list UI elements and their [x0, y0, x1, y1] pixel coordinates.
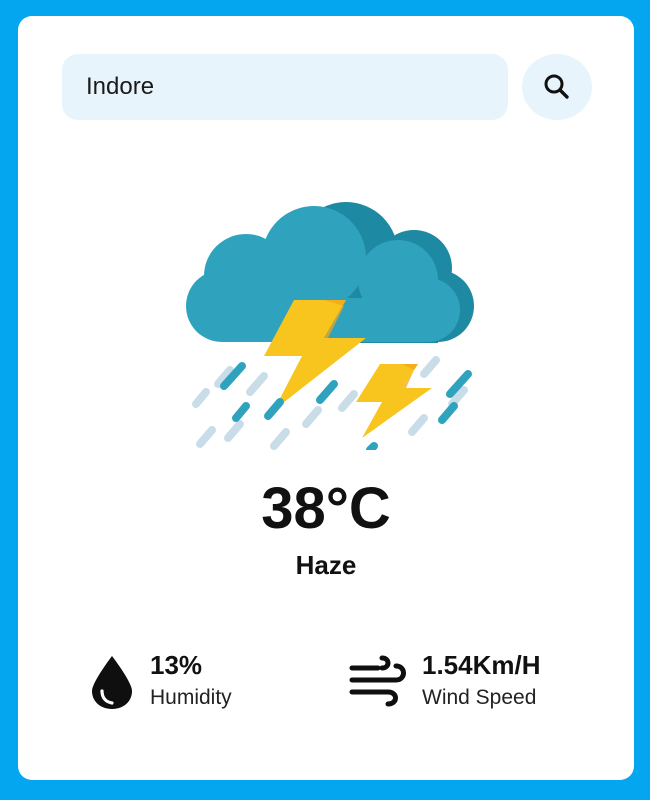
thunderstorm-icon: [186, 202, 474, 450]
humidity-stat: 13% Humidity: [90, 648, 310, 718]
water-drop-icon: [92, 656, 132, 709]
search-input[interactable]: [62, 54, 508, 120]
weather-condition: Haze: [295, 550, 357, 580]
wind-icon: [349, 655, 406, 707]
weather-card: 38°C Haze 13% Humidity 1.54Km/H Wind Spe…: [18, 16, 634, 780]
search-button[interactable]: [522, 54, 592, 120]
humidity-label: Humidity: [150, 686, 232, 709]
temperature-value: 38°C: [261, 476, 391, 541]
wind-speed-label: Wind Speed: [422, 686, 537, 709]
search-icon: [544, 74, 569, 99]
wind-stat: 1.54Km/H Wind Speed: [348, 648, 608, 718]
wind-speed-value: 1.54Km/H: [422, 650, 541, 680]
humidity-value: 13%: [150, 650, 203, 680]
